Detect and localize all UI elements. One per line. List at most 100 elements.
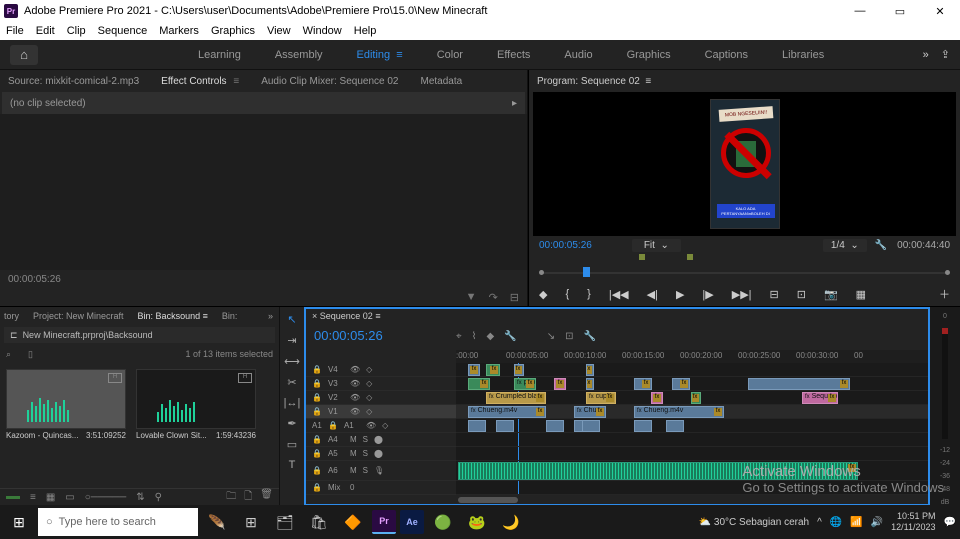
- video-clip[interactable]: fx cuplikfx: [586, 392, 616, 404]
- video-clip[interactable]: fx: [468, 378, 490, 390]
- filter-icon[interactable]: ▼: [466, 291, 477, 303]
- menu-clip[interactable]: Clip: [67, 25, 86, 37]
- overflow-icon[interactable]: »: [923, 49, 929, 61]
- add-button-icon[interactable]: ＋: [939, 286, 950, 302]
- chrome-icon[interactable]: 🟢: [428, 507, 458, 537]
- search-icon[interactable]: ⌕: [6, 349, 20, 360]
- video-clip[interactable]: fx: [748, 378, 850, 390]
- marker-tl-icon[interactable]: ◆: [487, 331, 495, 342]
- scrubber-thumb[interactable]: [583, 267, 590, 277]
- go-in-icon[interactable]: |◀◀: [609, 288, 629, 301]
- fit-dropdown[interactable]: Fit ⌄: [632, 239, 681, 252]
- menu-window[interactable]: Window: [303, 25, 342, 37]
- menu-graphics[interactable]: Graphics: [211, 25, 255, 37]
- network-icon[interactable]: 🌐: [830, 517, 842, 528]
- video-clip[interactable]: fx: [468, 364, 480, 376]
- compare-icon[interactable]: ▦: [856, 288, 866, 301]
- tab-project[interactable]: Project: New Minecraft: [33, 311, 124, 321]
- app-icon[interactable]: 🐸: [462, 507, 492, 537]
- sort-icon[interactable]: ⇅: [136, 492, 144, 503]
- ws-captions[interactable]: Captions: [705, 49, 748, 61]
- video-clip[interactable]: fx: [554, 378, 566, 390]
- ws-editing[interactable]: Editing ≡: [357, 49, 403, 61]
- menu-view[interactable]: View: [267, 25, 291, 37]
- video-clip[interactable]: fx Chueng.m4vfx: [634, 406, 724, 418]
- zoom-dropdown[interactable]: 1/4 ⌄: [823, 239, 867, 252]
- go-out-icon[interactable]: ▶▶|: [732, 288, 752, 301]
- ws-libraries[interactable]: Libraries: [782, 49, 824, 61]
- volume-icon[interactable]: 🔊: [871, 517, 883, 528]
- wrench-icon[interactable]: 🔧: [875, 240, 887, 251]
- ripple-tool-icon[interactable]: ⟷: [284, 355, 300, 368]
- razor-tool-icon[interactable]: ✂: [287, 376, 296, 389]
- menu-edit[interactable]: Edit: [36, 25, 55, 37]
- export-icon[interactable]: ⇪: [941, 48, 950, 61]
- tab-program[interactable]: Program: Sequence 02 ≡: [537, 76, 651, 87]
- tab-bin[interactable]: Bin: Backsound ≡: [138, 311, 208, 321]
- step-back-icon[interactable]: ◀|: [647, 288, 658, 301]
- close-button[interactable]: ✕: [920, 0, 960, 22]
- notifications-icon[interactable]: 💬: [944, 517, 956, 528]
- trash-icon[interactable]: 🗑: [260, 489, 273, 506]
- clip-item[interactable]: H Kazoom - Quincas...3:51:09252: [6, 369, 126, 440]
- ws-learning[interactable]: Learning: [198, 49, 241, 61]
- store-icon[interactable]: 🛍: [304, 507, 334, 537]
- insert-icon[interactable]: ↘: [547, 331, 555, 342]
- timeline-timecode[interactable]: 00:00:05:26: [306, 324, 456, 350]
- marker[interactable]: [687, 254, 693, 260]
- aftereffects-icon[interactable]: Ae: [400, 510, 424, 534]
- filter-bin-icon[interactable]: ▯: [28, 349, 33, 360]
- label-color[interactable]: [6, 496, 20, 499]
- export-frame-icon[interactable]: 📷: [824, 288, 838, 301]
- video-clip[interactable]: fx Chuenfx: [574, 406, 606, 418]
- expand-icon[interactable]: ▸: [512, 98, 517, 109]
- weather-widget[interactable]: ⛅ 30°C Sebagian cerah: [699, 517, 809, 528]
- timeline-scrollbar[interactable]: [456, 495, 928, 504]
- video-clip[interactable]: fx: [586, 378, 594, 390]
- ws-audio[interactable]: Audio: [564, 49, 592, 61]
- wifi-icon[interactable]: 📶: [850, 517, 862, 528]
- video-clip[interactable]: fx: [586, 364, 594, 376]
- tabs-overflow-icon[interactable]: »: [268, 311, 273, 321]
- taskbar-search[interactable]: ○ Type here to search: [38, 508, 198, 536]
- menu-markers[interactable]: Markers: [159, 25, 199, 37]
- video-clip[interactable]: fx: [514, 364, 524, 376]
- panel-menu-icon[interactable]: ⊟: [510, 291, 519, 304]
- marker[interactable]: [639, 254, 645, 260]
- slip-tool-icon[interactable]: |↔|: [284, 397, 301, 409]
- start-button[interactable]: ⊞: [4, 507, 34, 537]
- video-clip[interactable]: fx: [672, 378, 690, 390]
- mark-in-icon[interactable]: {: [565, 288, 569, 300]
- program-scrubber[interactable]: [539, 264, 950, 280]
- snap-icon[interactable]: ⌖: [456, 331, 462, 342]
- zoom-slider[interactable]: ○─────: [85, 492, 126, 503]
- video-clip[interactable]: fx: [486, 364, 500, 376]
- time-ruler[interactable]: :00:00 00:00:05:00 00:00:10:00 00:00:15:…: [456, 350, 928, 363]
- track-select-tool-icon[interactable]: ⇥: [287, 334, 296, 347]
- settings-tl-icon[interactable]: 🔧: [504, 331, 516, 342]
- tab-bin2[interactable]: Bin:: [222, 311, 238, 321]
- program-monitor[interactable]: MOB NGESELIIN!! KALO ADA PERTANYAAN\nBOL…: [533, 92, 956, 236]
- cortana-icon[interactable]: 🪶: [202, 507, 232, 537]
- tray-chevron-icon[interactable]: ^: [817, 517, 822, 528]
- icon-view-icon[interactable]: ▦: [46, 492, 55, 503]
- overwrite-icon[interactable]: ⊡: [565, 331, 573, 342]
- step-fwd-icon[interactable]: |▶: [702, 288, 713, 301]
- video-clip[interactable]: fx: [691, 392, 701, 404]
- extract-icon[interactable]: ⊡: [797, 288, 806, 301]
- freeform-icon[interactable]: ▭: [65, 492, 74, 503]
- tab-source[interactable]: Source: mixkit-comical-2.mp3: [8, 76, 139, 87]
- tab-history[interactable]: tory: [4, 311, 19, 321]
- video-clip[interactable]: fx papfx: [514, 378, 536, 390]
- add-marker-icon[interactable]: ◆: [539, 288, 547, 301]
- program-timecode[interactable]: 00:00:05:26: [539, 240, 592, 251]
- bin-back-icon[interactable]: ⊏: [10, 330, 18, 341]
- menu-sequence[interactable]: Sequence: [98, 25, 148, 37]
- maximize-button[interactable]: ▭: [880, 0, 920, 22]
- video-clip[interactable]: fx: [634, 378, 652, 390]
- menu-file[interactable]: File: [6, 25, 24, 37]
- home-button[interactable]: ⌂: [10, 45, 38, 65]
- ws-assembly[interactable]: Assembly: [275, 49, 323, 61]
- wrench2-icon[interactable]: 🔧: [583, 331, 595, 342]
- mark-out-icon[interactable]: }: [587, 288, 591, 300]
